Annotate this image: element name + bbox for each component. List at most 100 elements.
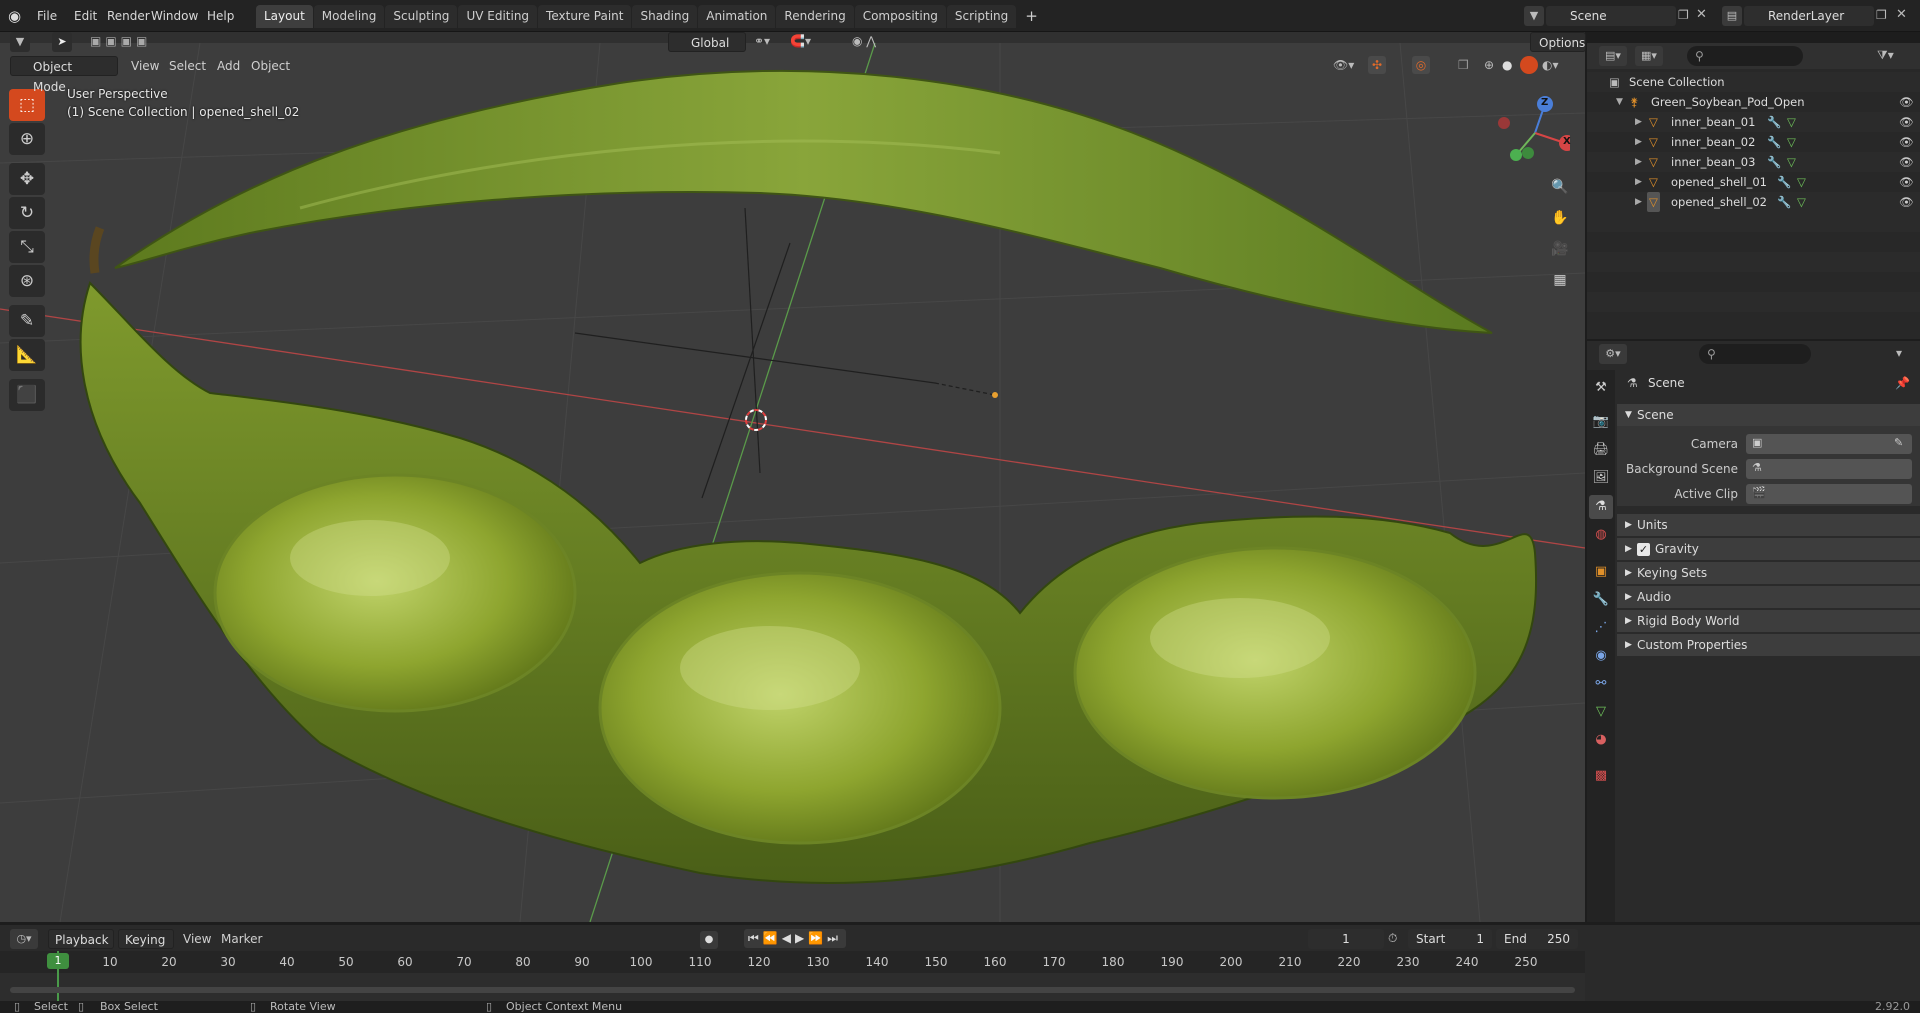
move-tool[interactable]: ✥ [9,163,45,195]
annotate-tool[interactable]: ✎ [9,305,45,337]
properties-search-input[interactable]: ⚲ [1699,344,1811,364]
pivot-icon[interactable]: ⚭▾ [754,34,770,48]
gravity-panel-header[interactable]: ▶ ✓ Gravity [1617,538,1920,560]
expand-arrow-icon[interactable]: ▶ [1635,132,1642,152]
particles-tab-icon[interactable]: ⋰ [1589,616,1613,640]
modifier-tab-icon[interactable]: 🔧 [1589,588,1613,612]
pan-hand-icon[interactable]: ✋ [1548,206,1572,230]
tab-shading[interactable]: Shading [632,5,698,28]
tab-modeling[interactable]: Modeling [313,5,385,28]
timeline-marker-menu[interactable]: Marker [214,929,269,949]
inner-bean-02-mesh[interactable] [598,571,1002,845]
end-frame-field[interactable]: End 250 [1496,929,1578,949]
scene-panel-header[interactable]: ▼ Scene [1617,404,1920,426]
gravity-checkbox[interactable]: ✓ [1637,543,1650,556]
scene-selector[interactable]: Scene [1546,6,1676,26]
snap-icon[interactable]: 🧲▾ [790,34,811,48]
record-button[interactable]: ● [700,931,718,949]
3d-viewport[interactable]: User Perspective (1) Scene Collection | … [0,43,1585,922]
camera-view-icon[interactable]: 🎥 [1548,237,1572,261]
light-handle[interactable] [992,392,998,398]
material-tab-icon[interactable]: ◕ [1589,728,1613,752]
background-scene-field[interactable]: ⚗ [1746,459,1912,479]
playback-controls[interactable]: ⏮⏪◀▶⏩⏭ [744,929,846,948]
properties-options-icon[interactable]: ▾ [1896,346,1902,360]
mesh-data-icon[interactable]: ▽ [1797,192,1806,212]
modifier-wrench-icon[interactable]: 🔧 [1767,112,1781,132]
navigation-gizmo[interactable]: Z X [1490,93,1575,173]
rendered-shading-icon[interactable]: ◐▾ [1542,58,1559,72]
expand-arrow-icon[interactable]: ▶ [1635,172,1642,192]
solid-shading-icon[interactable]: ● [1502,58,1512,72]
outliner-row-inner-bean-03[interactable]: ▶ ▽ inner_bean_03 🔧 ▽ 👁 [1587,152,1920,172]
outliner-row-inner-bean-01[interactable]: ▶ ▽ inner_bean_01 🔧 ▽ 👁 [1587,112,1920,132]
world-tab-icon[interactable]: ◍ [1589,523,1613,547]
visibility-eye-icon[interactable]: 👁 [1899,112,1914,132]
texture-tab-icon[interactable]: ▩ [1589,764,1613,788]
modifier-wrench-icon[interactable]: 🔧 [1777,172,1791,192]
selection-mode-buttons[interactable]: ▣▣▣▣ [90,34,180,50]
outliner-row-opened-shell-01[interactable]: ▶ ▽ opened_shell_01 🔧 ▽ 👁 [1587,172,1920,192]
visibility-eye-icon[interactable]: 👁 [1899,172,1914,192]
units-panel-header[interactable]: ▶ Units [1617,514,1920,536]
xray-icon[interactable]: ❒ [1458,58,1469,72]
rigid-body-world-panel-header[interactable]: ▶ Rigid Body World [1617,610,1920,632]
tab-scripting[interactable]: Scripting [946,5,1017,28]
keying-sets-panel-header[interactable]: ▶ Keying Sets [1617,562,1920,584]
view-layer-selector[interactable]: RenderLayer [1744,6,1874,26]
timeline-scrollbar[interactable] [10,987,1575,993]
outliner-row-inner-bean-02[interactable]: ▶ ▽ inner_bean_02 🔧 ▽ 👁 [1587,132,1920,152]
custom-properties-panel-header[interactable]: ▶ Custom Properties [1617,634,1920,656]
outliner-row-opened-shell-02[interactable]: ▶ ▽ opened_shell_02 🔧 ▽ 👁 [1587,192,1920,212]
tab-compositing[interactable]: Compositing [854,5,946,28]
playback-dropdown[interactable]: Playback [48,929,114,949]
tool-tab-icon[interactable]: ⚒ [1589,376,1613,400]
options-dropdown[interactable]: Options [1530,32,1586,52]
add-menu[interactable]: Add [210,56,247,76]
pin-icon[interactable]: 📌 [1895,376,1910,390]
blender-logo-icon[interactable]: ◉ [8,7,26,25]
wireframe-shading-icon[interactable]: ⊕ [1484,58,1494,72]
view-layer-icon[interactable]: ▤ [1722,6,1742,26]
delete-scene-icon[interactable]: ✕ [1696,7,1707,22]
copy-scene-icon[interactable]: ❐ [1678,8,1689,22]
select-menu[interactable]: Select [162,56,213,76]
constraints-tab-icon[interactable]: ⚯ [1589,672,1613,696]
expand-arrow-icon[interactable]: ▶ [1635,152,1642,172]
material-shading-icon[interactable] [1520,56,1538,74]
visibility-icon[interactable]: 👁▾ [1333,58,1354,72]
menu-window[interactable]: Window [144,6,205,26]
outliner-editor-icon[interactable]: ▤▾ [1599,46,1627,66]
transform-tool[interactable]: ⊛ [9,265,45,297]
tab-uv-editing[interactable]: UV Editing [458,5,538,28]
timeline-view-menu[interactable]: View [176,929,218,949]
modifier-wrench-icon[interactable]: 🔧 [1767,152,1781,172]
audio-panel-header[interactable]: ▶ Audio [1617,586,1920,608]
gizmo-toggle-icon[interactable]: ✣ [1368,56,1386,74]
tab-animation[interactable]: Animation [698,5,776,28]
menu-edit[interactable]: Edit [67,6,104,26]
rotate-tool[interactable]: ↻ [9,197,45,229]
select-mode-icon[interactable]: ➤ [52,32,72,52]
object-menu[interactable]: Object [244,56,297,76]
physics-tab-icon[interactable]: ◉ [1589,644,1613,668]
collection-row[interactable]: ▼ ⚵ Green_Soybean_Pod_Open 👁 [1587,92,1920,112]
filter-icon[interactable]: ⧩▾ [1877,48,1894,63]
delete-view-layer-icon[interactable]: ✕ [1896,7,1907,22]
zoom-icon[interactable]: 🔍 [1548,175,1572,199]
stopwatch-icon[interactable]: ⏱ [1388,931,1397,946]
camera-field[interactable]: ▣ ✎ [1746,434,1912,454]
expand-arrow-icon[interactable]: ▼ [1616,92,1623,112]
current-frame-field[interactable]: 1 [1308,929,1384,949]
menu-file[interactable]: File [30,6,64,26]
expand-arrow-icon[interactable]: ▶ [1635,192,1642,212]
scene-collection-row[interactable]: ▣ Scene Collection [1587,72,1920,92]
proportional-edit-icon[interactable]: ◉ ⋀ [852,34,876,48]
add-workspace-icon[interactable]: + [1017,5,1046,28]
transform-orientation-dropdown[interactable]: Global [668,32,746,52]
mesh-data-icon[interactable]: ▽ [1787,132,1796,152]
visibility-eye-icon[interactable]: 👁 [1899,152,1914,172]
properties-editor-icon[interactable]: ⚙▾ [1599,344,1627,364]
display-mode-icon[interactable]: ▦▾ [1635,46,1663,66]
visibility-eye-icon[interactable]: 👁 [1899,192,1914,212]
